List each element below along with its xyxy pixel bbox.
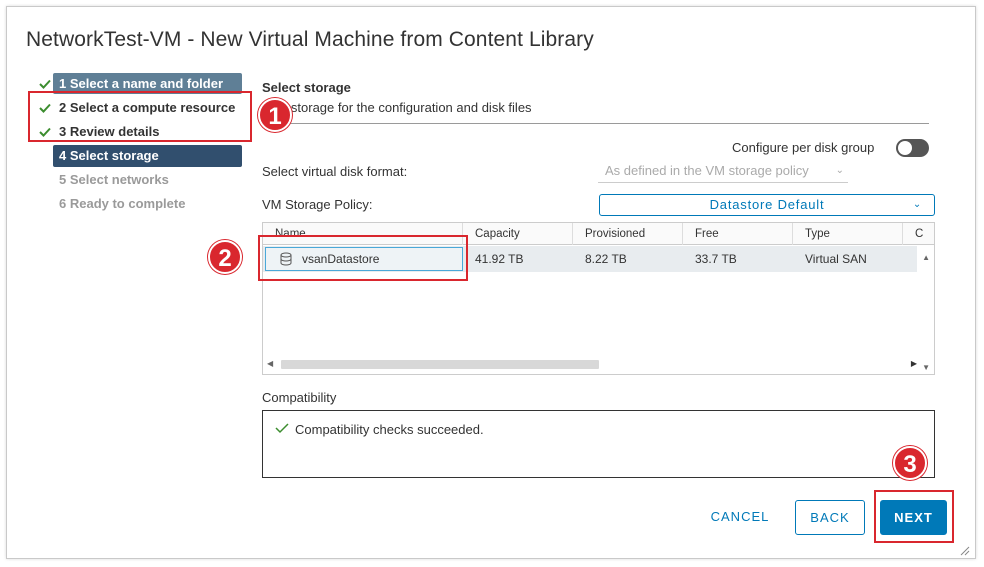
compatibility-message: Compatibility checks succeeded. [295,422,484,437]
free-cell: 33.7 TB [695,252,737,266]
type-cell: Virtual SAN [805,252,867,266]
disk-format-label: Select virtual disk format: [262,164,408,179]
disk-format-select[interactable]: As defined in the VM storage policy ⌄ [598,159,848,183]
divider [262,123,929,124]
compatibility-label: Compatibility [262,390,337,405]
annotation-badge-3: 3 [893,446,927,480]
annotation-box-datastore [258,235,468,281]
annotation-box-steps [28,91,252,142]
step-label: 4 Select storage [59,148,159,163]
column-header-type[interactable]: Type [793,223,903,245]
scroll-right-arrow[interactable]: ▶ [911,359,917,368]
step-ready-to-complete: 6 Ready to complete [33,192,248,216]
column-header-free[interactable]: Free [683,223,793,245]
annotation-badge-2: 2 [208,240,242,274]
storage-policy-select[interactable]: Datastore Default ⌄ [599,194,935,216]
step-select-storage[interactable]: 4 Select storage [33,144,248,168]
compatibility-box: Compatibility checks succeeded. [262,410,935,478]
scroll-up-arrow[interactable]: ▲ [922,253,930,262]
storage-policy-label: VM Storage Policy: [262,197,373,212]
step-label: 5 Select networks [59,172,169,187]
per-disk-toggle[interactable] [896,139,929,157]
storage-policy-value: Datastore Default [709,197,825,212]
capacity-cell: 41.92 TB [475,252,524,266]
annotation-box-next [874,490,954,543]
scrollbar-thumb[interactable] [281,360,599,369]
column-header-capacity[interactable]: Capacity [463,223,573,245]
provisioned-cell: 8.22 TB [585,252,627,266]
dialog-title: NetworkTest-VM - New Virtual Machine fro… [26,28,594,51]
column-header-extra[interactable]: C [903,223,934,245]
scroll-down-arrow[interactable]: ▼ [922,363,930,372]
check-icon [275,423,289,434]
chevron-down-icon: ⌄ [912,199,922,210]
per-disk-label: Configure per disk group [732,140,875,155]
section-title: Select storage [262,80,351,95]
back-button[interactable]: BACK [795,500,865,535]
column-header-provisioned[interactable]: Provisioned [573,223,683,245]
chevron-down-icon: ⌄ [835,165,844,176]
cancel-button[interactable]: CANCEL [700,500,780,535]
horizontal-scrollbar[interactable]: ◀ ▶ [263,357,919,373]
disk-format-value: As defined in the VM storage policy [605,163,809,178]
scroll-left-arrow[interactable]: ◀ [267,359,273,368]
section-subtitle: t the storage for the configuration and … [262,100,532,115]
step-select-networks: 5 Select networks [33,168,248,192]
resize-handle-icon[interactable] [958,544,970,556]
step-label: 1 Select a name and folder [59,76,224,91]
annotation-badge-1: 1 [258,98,292,132]
step-label: 6 Ready to complete [59,196,186,211]
